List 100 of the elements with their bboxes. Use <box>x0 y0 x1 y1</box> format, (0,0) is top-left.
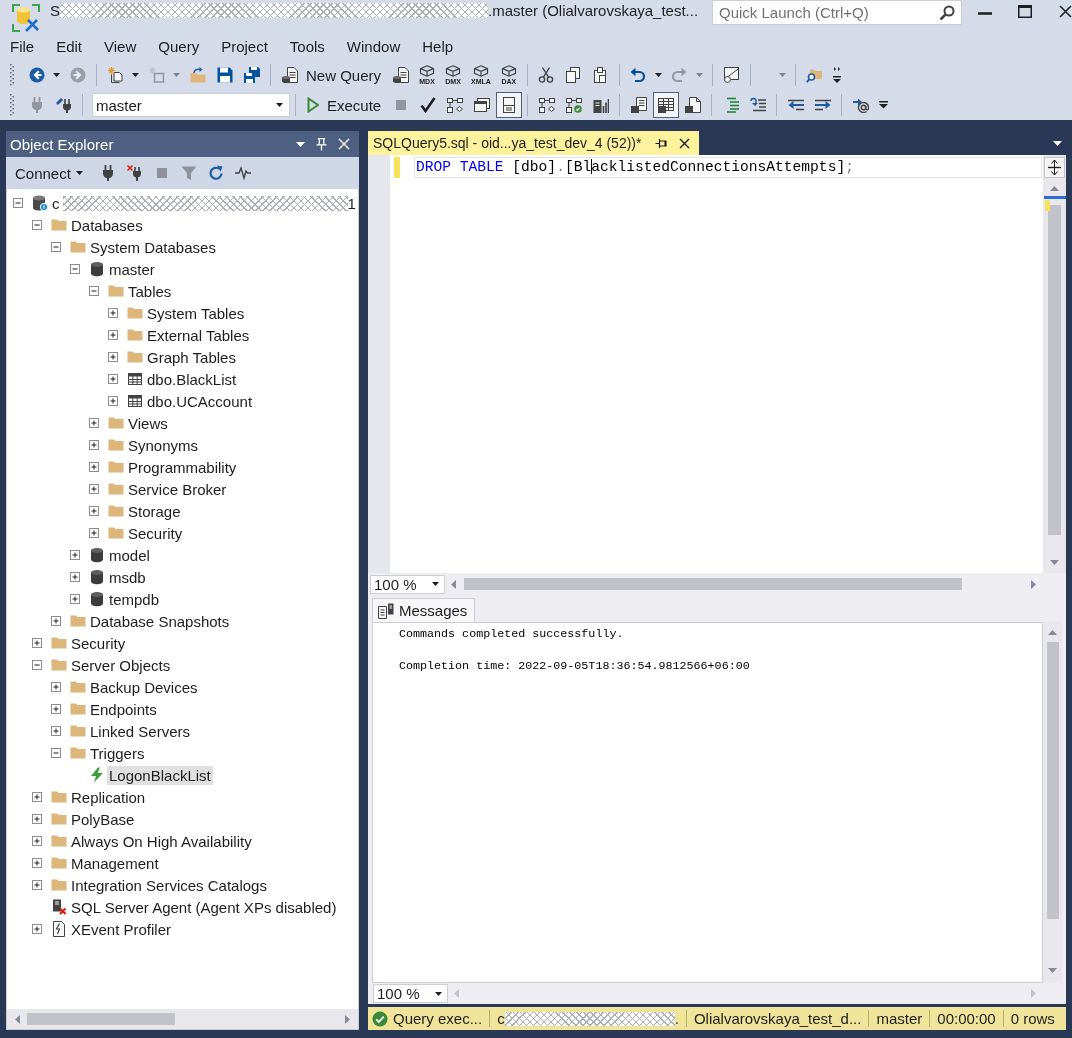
tree-item[interactable]: Management <box>69 853 161 873</box>
expand-icon[interactable] <box>108 396 118 406</box>
tree-item[interactable]: Storage <box>126 501 183 521</box>
expand-icon[interactable] <box>89 440 99 450</box>
tree-item[interactable]: model <box>107 545 152 565</box>
chart-window-icon[interactable] <box>723 67 740 83</box>
menu-item[interactable]: Edit <box>45 37 94 55</box>
collapse-icon[interactable] <box>89 286 99 296</box>
expand-icon[interactable] <box>108 352 118 362</box>
caret-icon[interactable] <box>296 141 305 147</box>
expand-icon[interactable] <box>32 792 42 802</box>
refresh-icon[interactable] <box>208 165 225 181</box>
sparkle-pages-icon[interactable] <box>107 67 124 83</box>
caret-icon[interactable] <box>1053 141 1062 146</box>
tree-item[interactable]: SQL Server Agent (Agent XPs disabled) <box>69 897 339 917</box>
menu-item[interactable]: View <box>93 37 148 55</box>
scrollbar-thumb[interactable] <box>1048 205 1061 535</box>
tree-item[interactable]: Linked Servers <box>88 721 193 741</box>
grid-results-icon[interactable] <box>652 92 679 118</box>
tree-item[interactable]: Service Broker <box>126 479 229 499</box>
menu-item[interactable]: Project <box>210 37 279 55</box>
tree-item[interactable]: Programmability <box>126 457 239 477</box>
plug-pencil-icon[interactable] <box>55 97 72 113</box>
clipboard-icon[interactable] <box>592 67 609 83</box>
plug-x-icon[interactable] <box>127 165 144 181</box>
file-results-icon[interactable] <box>684 97 701 113</box>
editor-tab[interactable]: SQLQuery5.sql - oid...ya_test_dev_4 (52))* <box>368 131 700 155</box>
close-icon[interactable] <box>1059 5 1072 18</box>
server-chart-icon[interactable] <box>592 97 609 113</box>
tree-item[interactable]: Replication <box>69 787 148 807</box>
tree-item[interactable]: tempdb <box>107 589 162 609</box>
tree-item[interactable]: Views <box>126 413 170 433</box>
caret-icon[interactable] <box>53 73 60 77</box>
tree-item[interactable]: Integration Services Catalogs <box>69 875 269 895</box>
expand-icon[interactable] <box>32 880 42 890</box>
checkmark-icon[interactable] <box>419 97 436 113</box>
expand-icon[interactable] <box>108 308 118 318</box>
flow-diagram-icon[interactable] <box>446 97 463 113</box>
tree-item[interactable]: Endpoints <box>88 699 159 719</box>
zoom-dropdown[interactable]: 100 % <box>373 984 448 1003</box>
quick-launch-field[interactable]: Quick Launch (Ctrl+Q) <box>712 0 962 25</box>
folder-arrow-icon[interactable] <box>189 67 206 83</box>
scroll-up-icon[interactable] <box>1048 630 1057 635</box>
tree-item[interactable]: dbo.BlackList <box>145 369 239 389</box>
pulse-icon[interactable] <box>235 165 252 181</box>
tree-item[interactable]: msdb <box>107 567 148 587</box>
collapse-icon[interactable] <box>51 748 61 758</box>
gripper-handle[interactable] <box>10 94 14 116</box>
expand-icon[interactable] <box>32 836 42 846</box>
query-document-icon[interactable] <box>392 67 409 83</box>
tree-item[interactable]: LogonBlackList <box>107 765 213 785</box>
expand-icon[interactable] <box>51 616 61 626</box>
folder-search-icon[interactable] <box>806 67 823 83</box>
expand-icon[interactable] <box>32 638 42 648</box>
tree-item[interactable]: Security <box>126 523 185 543</box>
collapse-icon[interactable] <box>13 198 23 208</box>
stacked-windows-icon[interactable] <box>473 97 490 113</box>
arrow-at-icon[interactable] <box>852 97 869 113</box>
results-tab[interactable]: Messages <box>372 598 476 622</box>
expand-icon[interactable] <box>51 704 61 714</box>
undo-icon[interactable] <box>630 67 647 83</box>
scroll-right-icon[interactable] <box>1031 579 1036 589</box>
tree-item[interactable]: Tables <box>126 281 174 301</box>
flow-diagram-icon[interactable] <box>538 97 555 113</box>
expand-icon[interactable] <box>89 418 99 428</box>
expand-icon[interactable] <box>89 528 99 538</box>
text-results-icon[interactable] <box>630 97 647 113</box>
overflow-icon[interactable] <box>832 67 841 83</box>
scrollbar-thumb[interactable] <box>464 578 962 590</box>
tree-item[interactable]: Server Objects <box>69 655 173 675</box>
expand-icon[interactable] <box>51 726 61 736</box>
gripper-handle[interactable] <box>10 64 14 86</box>
execute-button[interactable]: Execute <box>304 93 385 117</box>
tree-item[interactable]: PolyBase <box>69 809 137 829</box>
scroll-up-icon[interactable] <box>1050 186 1059 191</box>
expand-icon[interactable] <box>89 462 99 472</box>
scroll-down-icon[interactable] <box>1048 968 1057 973</box>
flow-check-icon[interactable] <box>565 97 582 113</box>
tree-item[interactable]: Security <box>69 633 128 653</box>
floppy-disks-icon[interactable] <box>243 67 260 83</box>
connect-button[interactable]: Connect <box>13 161 85 185</box>
scissors-icon[interactable] <box>538 67 555 83</box>
outdent-icon[interactable] <box>787 97 804 113</box>
tree-item[interactable]: XEvent Profiler <box>69 919 174 939</box>
expand-icon[interactable] <box>89 506 99 516</box>
scroll-right-icon[interactable] <box>345 1014 350 1024</box>
tree-item[interactable]: Database Snapshots <box>88 611 232 631</box>
menu-item[interactable]: Query <box>147 37 211 55</box>
zoom-dropdown[interactable]: 100 % <box>370 574 445 594</box>
expand-icon[interactable] <box>108 374 118 384</box>
caret-icon[interactable] <box>654 73 662 77</box>
collapse-icon[interactable] <box>51 242 61 252</box>
expand-icon[interactable] <box>70 550 80 560</box>
panel-icon[interactable] <box>495 92 522 118</box>
expand-icon[interactable] <box>32 814 42 824</box>
collapse-icon[interactable] <box>32 660 42 670</box>
expand-icon[interactable] <box>89 484 99 494</box>
tree-item[interactable]: Synonyms <box>126 435 201 455</box>
tree-item[interactable]: Triggers <box>88 743 147 763</box>
expand-icon[interactable] <box>108 330 118 340</box>
